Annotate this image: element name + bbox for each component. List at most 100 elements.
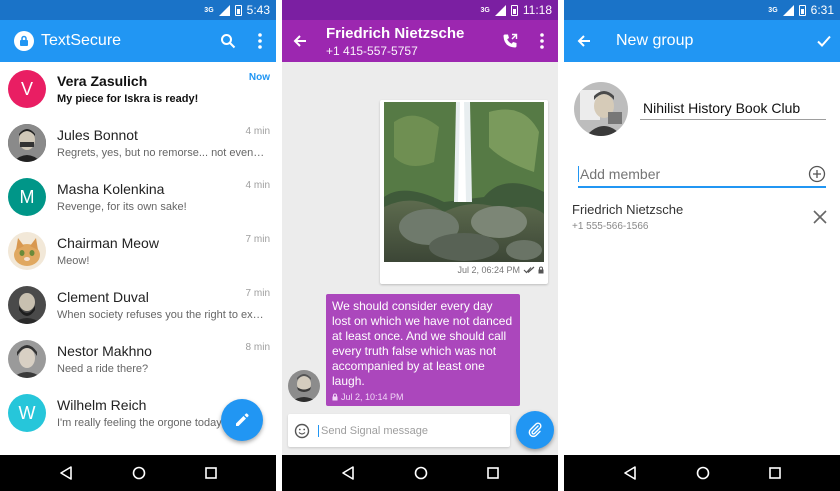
avatar: V [8, 70, 46, 108]
pencil-icon [236, 413, 249, 426]
status-bar: 3G 5:43 [0, 0, 276, 20]
group-avatar[interactable] [574, 82, 628, 136]
conversation-name: Clement Duval [57, 289, 149, 305]
message-text: We should consider every day lost on whi… [332, 299, 513, 388]
outgoing-image-message[interactable]: Jul 2, 06:24 PM [380, 100, 548, 284]
add-member-field [578, 162, 826, 188]
search-icon[interactable] [212, 20, 244, 62]
conversation-item[interactable]: Clement Duval When society refuses you th… [0, 278, 276, 332]
conversation-snippet: Meow! [57, 255, 90, 267]
avatar [8, 340, 46, 378]
avatar-initial: M [19, 186, 35, 207]
remove-member-icon[interactable] [810, 207, 830, 227]
nav-back-icon[interactable] [341, 466, 355, 480]
nav-recents-icon[interactable] [768, 467, 781, 479]
conversation-time: 4 min [245, 126, 270, 137]
navigation-bar [0, 455, 276, 491]
member-list-item: Friedrich Nietzsche +1 555-566-1566 [572, 202, 834, 238]
conversation-time: 8 min [245, 342, 270, 353]
nav-back-icon[interactable] [623, 466, 637, 480]
conversation-name: Masha Kolenkina [57, 181, 165, 197]
status-time: 5:43 [246, 3, 270, 17]
signal-icon [782, 4, 794, 16]
confirm-check-icon[interactable] [808, 20, 840, 62]
avatar-initial: W [18, 402, 36, 423]
call-icon[interactable] [494, 20, 526, 62]
group-name-input[interactable]: Nihilist History Book Club [640, 96, 826, 120]
waterfall-photo[interactable] [384, 102, 544, 262]
nav-home-icon[interactable] [414, 466, 428, 480]
signal-icon [218, 4, 230, 16]
delivered-check-icon [523, 266, 535, 274]
message-time: Jul 2, 06:24 PM [457, 265, 520, 275]
conversation-name: Nestor Makhno [57, 343, 152, 359]
message-time: Jul 2, 10:14 PM [341, 392, 404, 402]
member-phone: +1 555-566-1566 [572, 221, 649, 232]
network-type: 3G [204, 6, 214, 14]
conversation-item[interactable]: Nestor Makhno Need a ride there? 8 min [0, 332, 276, 386]
nav-home-icon[interactable] [696, 466, 710, 480]
conversation-time: 7 min [245, 234, 270, 245]
avatar: W [8, 394, 46, 432]
app-bar: TextSecure [0, 20, 276, 62]
emoji-icon[interactable] [294, 423, 310, 439]
conversation-list: V Vera Zasulich My piece for Iskra is rea… [0, 62, 276, 455]
battery-icon [510, 4, 518, 16]
page-title: New group [616, 32, 694, 49]
conversation-item[interactable]: Jules Bonnot Regrets, yes, but no remorse… [0, 116, 276, 170]
nav-recents-icon[interactable] [204, 467, 217, 479]
conversation-name: Vera Zasulich [57, 73, 148, 89]
overflow-menu-icon[interactable] [526, 20, 558, 62]
conversation-name: Chairman Meow [57, 235, 159, 251]
add-member-input[interactable] [578, 166, 808, 182]
conversation-snippet: Need a ride there? [57, 363, 149, 375]
compose-button[interactable] [221, 399, 263, 441]
network-type: 3G [480, 6, 490, 14]
attach-button[interactable] [516, 411, 554, 449]
new-group-screen: 3G 6:31 New group Nihilist History Book … [564, 0, 840, 491]
navigation-bar [564, 455, 840, 491]
lock-icon [538, 266, 544, 274]
incoming-text-message[interactable]: We should consider every day lost on whi… [326, 294, 520, 406]
nav-home-icon[interactable] [132, 466, 146, 480]
message-input[interactable] [318, 424, 488, 437]
back-arrow-icon[interactable] [292, 20, 320, 62]
conversation-snippet: Regrets, yes, but no remorse... not even… [57, 147, 276, 159]
conversation-time: 7 min [245, 288, 270, 299]
signal-icon [494, 4, 506, 16]
add-circle-icon[interactable] [808, 165, 826, 183]
app-title: TextSecure [41, 32, 122, 49]
conversation-snippet: My piece for Iskra is ready! [57, 93, 199, 105]
message-meta: Jul 2, 10:14 PM [332, 392, 514, 402]
conversation-item[interactable]: V Vera Zasulich My piece for Iskra is rea… [0, 62, 276, 116]
avatar-initial: V [20, 78, 33, 99]
avatar [8, 124, 46, 162]
sender-avatar [288, 370, 320, 402]
conversation-item[interactable]: M Masha Kolenkina Revenge, for its own sa… [0, 170, 276, 224]
app-bar: New group [564, 20, 840, 62]
message-meta: Jul 2, 06:24 PM [384, 265, 544, 275]
conversation-name: Jules Bonnot [57, 127, 138, 143]
status-time: 6:31 [810, 3, 834, 17]
lock-icon [332, 393, 338, 401]
contact-name: Friedrich Nietzsche [326, 24, 465, 42]
conversation-item[interactable]: Chairman Meow Meow! 7 min [0, 224, 276, 278]
conversation-time: Now [248, 72, 270, 83]
avatar [8, 286, 46, 324]
nav-back-icon[interactable] [59, 466, 73, 480]
app-bar: Friedrich Nietzsche +1 415-557-5757 [282, 20, 558, 62]
status-bar: 3G 6:31 [564, 0, 840, 20]
battery-icon [234, 4, 242, 16]
overflow-menu-icon[interactable] [244, 20, 276, 62]
member-name: Friedrich Nietzsche [572, 202, 684, 217]
nav-recents-icon[interactable] [486, 467, 499, 479]
conversation-list-screen: 3G 5:43 TextSecure V Vera Zasulich My pie… [0, 0, 276, 491]
contact-header[interactable]: Friedrich Nietzsche +1 415-557-5757 [326, 25, 494, 58]
back-arrow-icon[interactable] [576, 20, 604, 62]
textsecure-logo-icon [14, 31, 34, 51]
navigation-bar [282, 455, 558, 491]
status-time: 11:18 [522, 3, 552, 17]
battery-icon [798, 4, 806, 16]
conversation-snippet: Revenge, for its own sake! [57, 201, 187, 213]
contact-phone: +1 415-557-5757 [326, 43, 418, 58]
